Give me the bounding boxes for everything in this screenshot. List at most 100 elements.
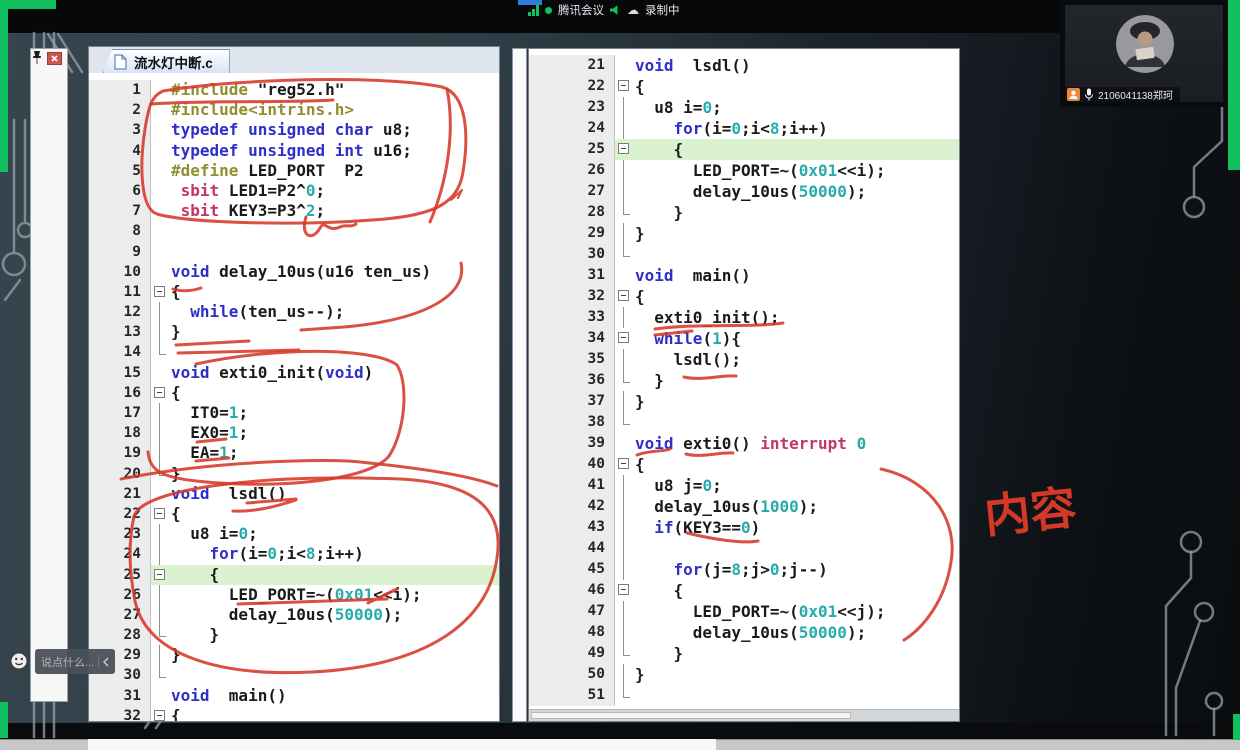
fold-margin <box>615 496 635 517</box>
fold-margin <box>615 223 635 244</box>
fold-margin <box>151 262 171 282</box>
green-edge-right-bottom <box>1233 714 1240 740</box>
fold-toggle[interactable] <box>151 383 171 403</box>
line-number: 12 <box>89 302 151 323</box>
fold-margin <box>151 484 171 504</box>
fold-toggle[interactable] <box>615 139 635 160</box>
code-text: #include "reg52.h" <box>171 80 345 99</box>
line-number: 44 <box>529 538 615 559</box>
chat-divider <box>98 655 99 668</box>
line-number: 26 <box>89 584 151 605</box>
avatar <box>1116 15 1174 73</box>
fold-margin <box>151 645 171 666</box>
line-number: 11 <box>89 281 151 303</box>
fold-margin <box>615 685 635 706</box>
fold-margin <box>151 625 171 645</box>
fold-toggle[interactable] <box>151 564 171 585</box>
meeting-status-bar[interactable]: 腾讯会议 ☁ 录制中 <box>528 2 680 18</box>
fold-margin <box>615 559 635 580</box>
code-line: 17 IT0=1; <box>89 403 499 424</box>
code-text: } <box>635 371 664 390</box>
docked-panel-strip[interactable] <box>30 48 68 702</box>
fold-toggle[interactable] <box>151 504 171 524</box>
chevron-left-icon[interactable] <box>103 657 109 667</box>
code-line: 12 while(ten_us--); <box>89 302 499 323</box>
line-number: 31 <box>89 685 151 706</box>
code-line: 4 typedef unsigned int u16; <box>89 140 499 161</box>
document-icon <box>114 54 127 69</box>
line-number: 4 <box>89 140 151 161</box>
fold-toggle[interactable] <box>615 328 635 349</box>
fold-margin <box>151 322 171 343</box>
code-line: 26 LED_PORT=~(0x01<<i); <box>529 160 959 181</box>
right-code-lines: 21 void lsdl() 22{23 u8 i=0; 24 for(i=0;i<8… <box>529 55 959 706</box>
line-number: 35 <box>529 349 615 370</box>
code-text: } <box>635 392 645 411</box>
right-code-area[interactable]: 21 void lsdl() 22{23 u8 i=0; 24 for(i=0;i<8… <box>529 49 959 721</box>
code-text: while(ten_us--); <box>190 302 345 322</box>
fold-toggle[interactable] <box>615 76 635 97</box>
fold-toggle[interactable] <box>615 286 635 307</box>
code-text: } <box>171 645 181 665</box>
code-text: u8 i=0; <box>171 524 258 544</box>
code-line: 1 #include "reg52.h" <box>89 80 499 101</box>
line-number: 50 <box>529 664 615 685</box>
scrollbar-thumb[interactable] <box>531 712 851 719</box>
fold-toggle[interactable] <box>151 282 171 302</box>
code-text: for(i=0;i<8;i++) <box>209 544 364 564</box>
tab-title: 流水灯中断.c <box>134 55 213 71</box>
member-icon <box>1067 88 1080 101</box>
fold-margin <box>151 604 171 626</box>
line-number: 37 <box>529 391 615 412</box>
line-number: 27 <box>89 604 151 626</box>
code-text: delay_10us(50000); <box>635 623 867 642</box>
fold-margin <box>615 55 635 76</box>
emoji-icon[interactable] <box>10 652 28 670</box>
line-number: 17 <box>89 403 151 424</box>
editor-panel-left[interactable]: 流水灯中断.c 1 #include "reg52.h" 2 #include<int… <box>88 46 500 722</box>
right-panel-edge-strip[interactable] <box>512 48 527 722</box>
green-edge-right-top <box>1228 0 1240 170</box>
code-line: 23 u8 i=0; <box>89 524 499 545</box>
fold-margin <box>151 524 171 545</box>
speaker-icon[interactable] <box>610 5 618 15</box>
close-panel-button[interactable] <box>47 52 62 65</box>
fold-toggle[interactable] <box>151 706 171 721</box>
line-number: 42 <box>529 496 615 517</box>
code-line: 39 void exti0() interrupt 0 <box>529 433 959 454</box>
tab-file[interactable]: 流水灯中断.c <box>103 49 230 73</box>
code-text: exti0_init(); <box>635 308 780 327</box>
line-number: 32 <box>89 705 151 721</box>
fold-margin <box>615 349 635 370</box>
line-number: 14 <box>89 342 151 363</box>
left-code-area[interactable]: 1 #include "reg52.h" 2 #include<intrins.h> 3… <box>89 73 499 721</box>
green-edge-left-bottom <box>0 702 8 738</box>
code-line: 10 void delay_10us(u16 ten_us) <box>89 261 499 282</box>
code-line: 44 <box>529 538 959 559</box>
code-line: 49 } <box>529 643 959 664</box>
chat-input[interactable]: 说点什么... <box>35 649 115 674</box>
recording-label: 录制中 <box>645 5 680 17</box>
horizontal-scrollbar[interactable] <box>529 709 959 721</box>
fold-margin <box>615 181 635 202</box>
line-number: 18 <box>89 423 151 444</box>
green-edge-left-top <box>0 0 8 172</box>
code-line: 28 } <box>89 625 499 646</box>
signal-icon <box>528 4 539 16</box>
fold-toggle[interactable] <box>615 454 635 475</box>
pushpin-icon[interactable] <box>31 50 43 65</box>
line-number: 31 <box>529 265 615 286</box>
screen-share-view: 腾讯会议 ☁ 录制中 流水灯中断.c 1 #include "reg52.h" 2 #… <box>0 0 1240 750</box>
editor-panel-right[interactable]: 21 void lsdl() 22{23 u8 i=0; 24 for(i=0;i<8… <box>528 48 960 722</box>
code-text: void exti0_init(void) <box>171 362 374 382</box>
code-line: 14 <box>89 342 499 363</box>
fold-margin <box>151 302 171 323</box>
fold-toggle[interactable] <box>615 580 635 601</box>
handwritten-annotation: 内容 <box>982 481 1079 542</box>
code-line: 27 delay_10us(50000); <box>89 604 499 626</box>
code-line: 25 { <box>89 564 499 585</box>
